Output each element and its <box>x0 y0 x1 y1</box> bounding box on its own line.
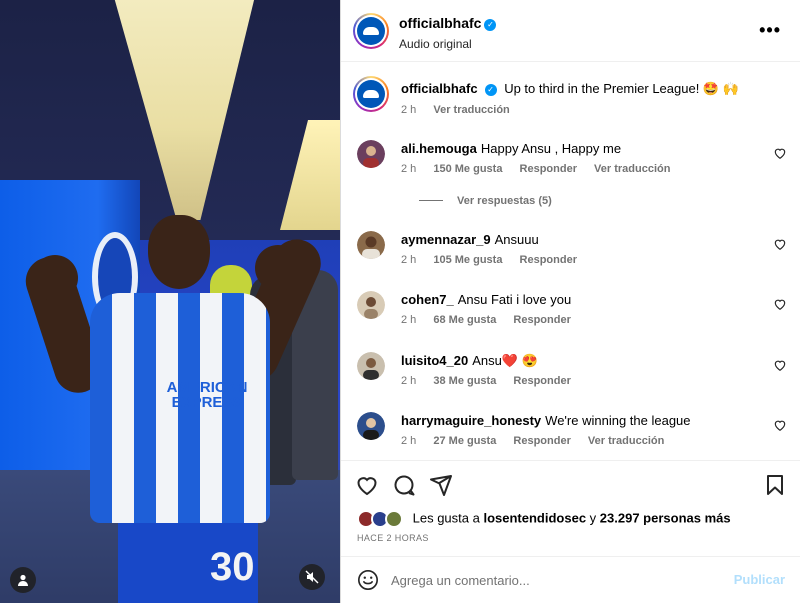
comment-text: We're winning the league <box>545 413 691 428</box>
likes-summary: Les gusta a losentendidosec y 23.297 per… <box>357 510 731 528</box>
bookmark-icon[interactable] <box>763 473 787 497</box>
comment-username[interactable]: cohen7_ <box>401 292 454 307</box>
header-user-block: officialbhafc ✓ Audio original <box>399 15 497 51</box>
reply-button[interactable]: Responder <box>513 435 570 447</box>
verified-badge-icon: ✓ <box>484 19 497 31</box>
comment-time[interactable]: 2 h <box>401 435 416 447</box>
commenter-avatar[interactable] <box>357 291 385 319</box>
comment-time[interactable]: 2 h <box>401 254 416 266</box>
comment-username[interactable]: harrymaguire_honesty <box>401 413 541 428</box>
comment-likes[interactable]: 38 Me gusta <box>433 375 496 387</box>
likes-connector: y <box>589 510 597 526</box>
commenter-avatar[interactable] <box>357 412 385 440</box>
comment-heart-icon[interactable] <box>773 418 787 432</box>
club-crest-icon <box>357 80 385 108</box>
reply-button[interactable]: Responder <box>513 375 570 387</box>
header-username[interactable]: officialbhafc <box>399 15 481 31</box>
view-replies-button[interactable]: Ver respuestas (5) <box>419 195 552 207</box>
reply-button[interactable]: Responder <box>520 163 577 175</box>
caption-meta: 2 h Ver traducción <box>401 104 524 116</box>
player-fist <box>32 255 78 301</box>
comment-meta: 2 h 38 Me gusta Responder <box>401 375 585 387</box>
comment-body: harrymaguire_honesty We're winning the le… <box>401 412 771 429</box>
caption-username[interactable]: officialbhafc <box>401 81 478 96</box>
publish-button[interactable]: Publicar <box>734 572 785 587</box>
likes-count[interactable]: 23.297 personas más <box>600 510 731 525</box>
comment-heart-icon[interactable] <box>773 297 787 311</box>
comment-username[interactable]: aymennazar_9 <box>401 232 491 247</box>
liker-username[interactable]: losentendidosec <box>483 510 586 525</box>
verified-badge-icon: ✓ <box>484 84 497 96</box>
comment-text: Ansuuu <box>494 232 539 247</box>
reply-button[interactable]: Responder <box>520 254 577 266</box>
comment-meta: 2 h 150 Me gusta Responder Ver traducció… <box>401 163 684 175</box>
comment-time[interactable]: 2 h <box>401 314 416 326</box>
player-fist <box>255 245 301 291</box>
add-comment-bar: Publicar <box>341 556 800 603</box>
comment-likes[interactable]: 68 Me gusta <box>433 314 496 326</box>
caption-text: Up to third in the Premier League! 🤩 🙌 <box>504 81 739 96</box>
comment-icon[interactable] <box>392 473 416 497</box>
comment-likes[interactable]: 150 Me gusta <box>433 163 502 175</box>
more-options-icon[interactable]: ••• <box>759 20 781 41</box>
comment-body: ali.hemouga Happy Ansu , Happy me <box>401 140 771 157</box>
commenter-avatar[interactable] <box>357 231 385 259</box>
club-crest-icon <box>357 17 385 45</box>
comment-username[interactable]: ali.hemouga <box>401 141 477 156</box>
jersey-number: 30 <box>210 545 255 589</box>
translate-link[interactable]: Ver traducción <box>588 435 664 447</box>
likes-prefix: Les gusta a <box>412 510 480 526</box>
comment-likes[interactable]: 27 Me gusta <box>433 435 496 447</box>
liker-avatars <box>357 510 405 528</box>
comment-text: Happy Ansu , Happy me <box>480 141 622 156</box>
comment-meta: 2 h 68 Me gusta Responder <box>401 314 585 326</box>
muted-speaker-icon[interactable] <box>299 564 325 590</box>
view-replies-label: Ver respuestas (5) <box>457 195 552 207</box>
comment-body: cohen7_ Ansu Fati i love you <box>401 291 771 308</box>
replies-divider <box>419 200 443 201</box>
comment-meta: 2 h 105 Me gusta Responder <box>401 254 591 266</box>
audio-label[interactable]: Audio original <box>399 37 496 51</box>
send-icon[interactable] <box>429 473 453 497</box>
emoji-icon[interactable] <box>357 569 379 591</box>
caption-text-block: officialbhafc ✓ Up to third in the Premie… <box>401 80 781 97</box>
action-bar <box>341 460 800 510</box>
reply-button[interactable]: Responder <box>513 314 570 326</box>
post-side-panel: officialbhafc ✓ Audio original ••• offici… <box>340 0 800 603</box>
translate-link[interactable]: Ver traducción <box>594 163 670 175</box>
comment-body: luisito4_20 Ansu❤️ 😍 <box>401 352 771 369</box>
player-head <box>148 215 210 289</box>
comment-username[interactable]: luisito4_20 <box>401 353 468 368</box>
comment-text: Ansu❤️ 😍 <box>472 353 538 368</box>
commenter-avatar[interactable] <box>357 140 385 168</box>
comment-likes[interactable]: 105 Me gusta <box>433 254 502 266</box>
caption-avatar[interactable] <box>353 76 389 112</box>
caption-time[interactable]: 2 h <box>401 104 416 116</box>
comment-input[interactable] <box>391 565 721 595</box>
post-media-video[interactable]: AMERICAN EXPRESS 30 <box>0 0 340 603</box>
comment-text: Ansu Fati i love you <box>457 292 572 307</box>
post-header: officialbhafc ✓ Audio original ••• <box>341 0 800 62</box>
jersey-sponsor: AMERICAN EXPRESS <box>166 379 248 411</box>
comment-heart-icon[interactable] <box>773 358 787 372</box>
comment-heart-icon[interactable] <box>773 146 787 160</box>
player-figure: AMERICAN EXPRESS 30 <box>19 215 329 603</box>
comment-time[interactable]: 2 h <box>401 375 416 387</box>
user-tag-icon[interactable] <box>10 567 36 593</box>
heart-icon[interactable] <box>355 473 379 497</box>
commenter-avatar[interactable] <box>357 352 385 380</box>
comment-meta: 2 h 27 Me gusta Responder Ver traducción <box>401 435 678 447</box>
account-avatar[interactable] <box>353 13 389 49</box>
comment-time[interactable]: 2 h <box>401 163 416 175</box>
caption-translate-link[interactable]: Ver traducción <box>433 104 509 116</box>
comment-body: aymennazar_9 Ansuuu <box>401 231 771 248</box>
post-timestamp[interactable]: HACE 2 HORAS <box>357 533 429 543</box>
liker-avatar <box>385 510 403 528</box>
comment-heart-icon[interactable] <box>773 237 787 251</box>
